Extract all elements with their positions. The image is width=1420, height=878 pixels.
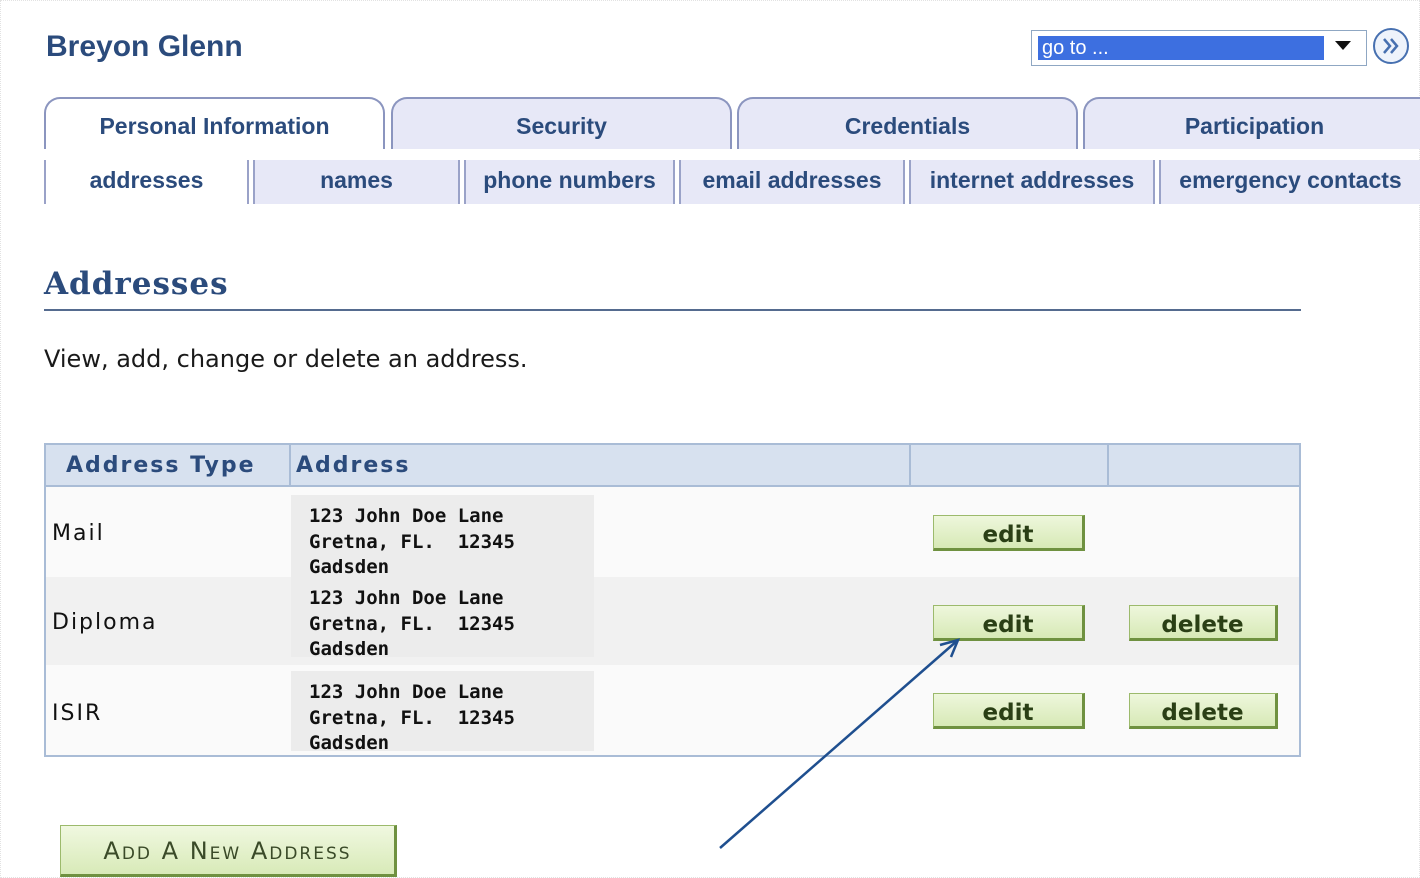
annotation-arrow-icon — [719, 638, 961, 849]
